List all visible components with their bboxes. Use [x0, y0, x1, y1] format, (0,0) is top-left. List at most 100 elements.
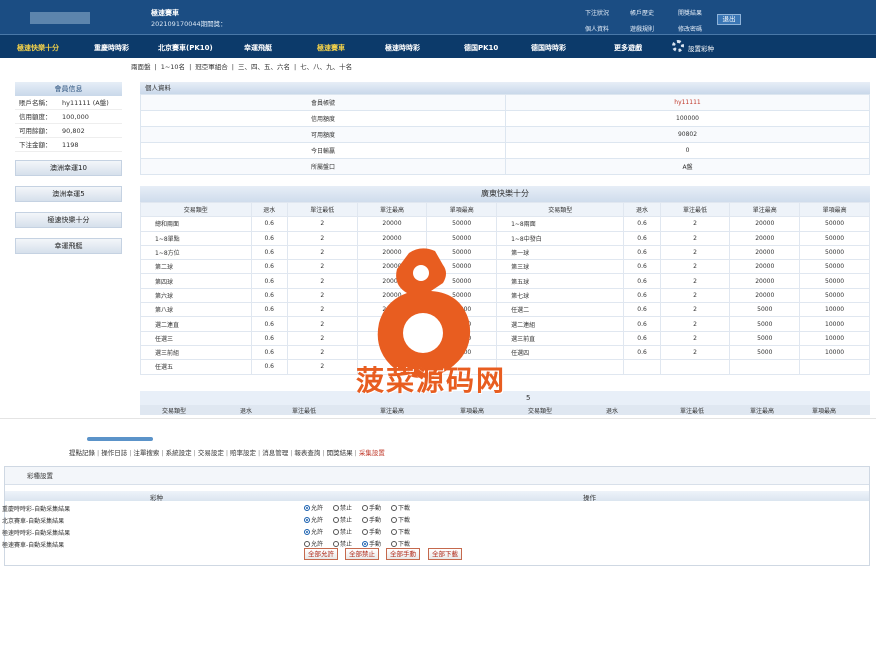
settings-link[interactable]: 設置彩种	[688, 43, 714, 53]
link-account-history[interactable]: 帳戶歷史	[630, 8, 654, 17]
table-cell: 0.6	[623, 344, 661, 361]
cell: hy11111	[505, 94, 870, 111]
radio-option[interactable]: 下載	[391, 503, 410, 512]
nav-item[interactable]: 德国時時彩	[531, 43, 566, 53]
radio-icon[interactable]	[391, 541, 397, 547]
table-cell: 20000	[729, 259, 801, 275]
admin-tab[interactable]: 系統設定	[166, 449, 192, 457]
radio-icon[interactable]	[304, 517, 310, 523]
bulk-action-button[interactable]: 全部手動	[386, 548, 420, 560]
sidebar-game-button[interactable]: 澳洲幸運10	[15, 160, 122, 176]
radio-option[interactable]: 禁止	[333, 503, 352, 512]
radio-option[interactable]: 下載	[391, 515, 410, 524]
nav-item[interactable]: 更多遊戲	[614, 43, 642, 53]
radio-option[interactable]: 允許	[304, 539, 323, 548]
nav-item[interactable]: 極速時時彩	[385, 43, 420, 53]
bulk-action-button[interactable]: 全部允許	[304, 548, 338, 560]
bulk-action-button[interactable]: 全部下載	[428, 548, 462, 560]
radio-option[interactable]: 允許	[304, 527, 323, 536]
admin-tab[interactable]: 采集設置	[359, 449, 385, 457]
bulk-action-button[interactable]: 全部禁止	[345, 548, 379, 560]
radio-option[interactable]: 下載	[391, 527, 410, 536]
radio-icon[interactable]	[304, 529, 310, 535]
link-profile[interactable]: 個人資料	[585, 24, 609, 33]
lottery-name: 極速賽車-自動采集結果	[2, 542, 65, 549]
radio-icon[interactable]	[304, 541, 310, 547]
subnav-item[interactable]: 三、四、五、六名	[238, 63, 290, 71]
radio-icon[interactable]	[362, 517, 368, 523]
radio-icon[interactable]	[333, 541, 339, 547]
radio-icon[interactable]	[391, 529, 397, 535]
link-bet-status[interactable]: 下注狀況	[585, 8, 609, 17]
radio-option[interactable]: 允許	[304, 503, 323, 512]
radio-icon[interactable]	[304, 505, 310, 511]
radio-icon[interactable]	[333, 517, 339, 523]
radio-icon[interactable]	[333, 529, 339, 535]
subnav-item[interactable]: 兩面盤	[131, 63, 151, 71]
nav-item[interactable]: 極速快樂十分	[17, 43, 59, 53]
radio-option[interactable]: 手動	[362, 503, 381, 512]
radio-label: 允許	[311, 541, 324, 548]
subnav-item[interactable]: 冠亞軍組合	[195, 63, 228, 71]
sidebar-row: 下注金額： 1198	[15, 138, 122, 152]
table-cell: 0.6	[250, 259, 288, 275]
radio-icon[interactable]	[391, 517, 397, 523]
table-cell: 2	[659, 273, 731, 289]
cell: A盤	[505, 158, 870, 175]
radio-option[interactable]: 禁止	[333, 527, 352, 536]
admin-tab[interactable]: 報表查詢	[294, 449, 320, 457]
radio-option[interactable]: 禁止	[333, 515, 352, 524]
table-cell: 選三前組	[140, 344, 252, 361]
row-value: 90,802	[62, 127, 85, 135]
admin-tab[interactable]: 消息管理	[262, 449, 288, 457]
link-rules[interactable]: 遊戲規則	[630, 24, 654, 33]
radio-option[interactable]: 下載	[391, 539, 410, 548]
table-cell: 第二球	[140, 259, 252, 275]
radio-option[interactable]: 允許	[304, 515, 323, 524]
radio-icon[interactable]	[391, 505, 397, 511]
table-cell	[799, 359, 870, 375]
tab-separator: |	[225, 449, 229, 457]
subnav-item[interactable]: 七、八、九、十名	[300, 63, 352, 71]
table-cell: 第八球	[140, 302, 252, 318]
table-cell: 0.6	[250, 302, 288, 318]
cell: 可用額度	[140, 126, 506, 143]
radio-icon[interactable]	[362, 505, 368, 511]
table-cell: 2	[659, 259, 731, 275]
admin-tab[interactable]: 提點記錄	[69, 449, 95, 457]
cell: 90802	[505, 126, 870, 143]
nav-item[interactable]: 極速賽車	[317, 43, 345, 53]
radio-label: 禁止	[340, 505, 353, 512]
admin-tab[interactable]: 賠率設定	[230, 449, 256, 457]
subnav-separator: |	[231, 63, 234, 71]
logout-button[interactable]: 退出	[717, 14, 741, 25]
radio-icon[interactable]	[362, 541, 368, 547]
table-cell	[659, 359, 731, 375]
tab-separator: |	[258, 449, 261, 457]
sidebar-game-button[interactable]: 極速快樂十分	[15, 212, 122, 228]
admin-tab[interactable]: 操作日誌	[101, 449, 127, 457]
radio-label: 手動	[369, 505, 382, 512]
nav-item[interactable]: 重慶時時彩	[94, 43, 129, 53]
admin-tab[interactable]: 開獎結果	[327, 449, 353, 457]
link-change-password[interactable]: 修改密碼	[678, 24, 702, 33]
sidebar-game-button[interactable]: 幸運飛艇	[15, 238, 122, 254]
subnav-item[interactable]: 1~10名	[161, 63, 185, 71]
nav-item[interactable]: 北京賽車(PK10)	[158, 43, 213, 53]
gear-icon[interactable]	[672, 40, 684, 52]
radio-icon[interactable]	[333, 505, 339, 511]
nav-item[interactable]: 德国PK10	[464, 43, 498, 53]
sidebar-game-button[interactable]: 澳洲幸運5	[15, 186, 122, 202]
radio-option[interactable]: 手動	[362, 515, 381, 524]
admin-tab[interactable]: 交易設定	[198, 449, 224, 457]
nav-item[interactable]: 幸運飛艇	[244, 43, 272, 53]
radio-option[interactable]: 手動	[362, 527, 381, 536]
table-cell: 0.6	[250, 230, 288, 246]
link-draw-results[interactable]: 開獎結果	[678, 8, 702, 17]
radio-option[interactable]: 手動	[362, 539, 381, 548]
radio-icon[interactable]	[362, 529, 368, 535]
admin-tab[interactable]: 注單搜索	[133, 449, 159, 457]
table-cell: 50000	[799, 273, 870, 289]
tab-separator: |	[193, 449, 196, 457]
radio-option[interactable]: 禁止	[333, 539, 352, 548]
